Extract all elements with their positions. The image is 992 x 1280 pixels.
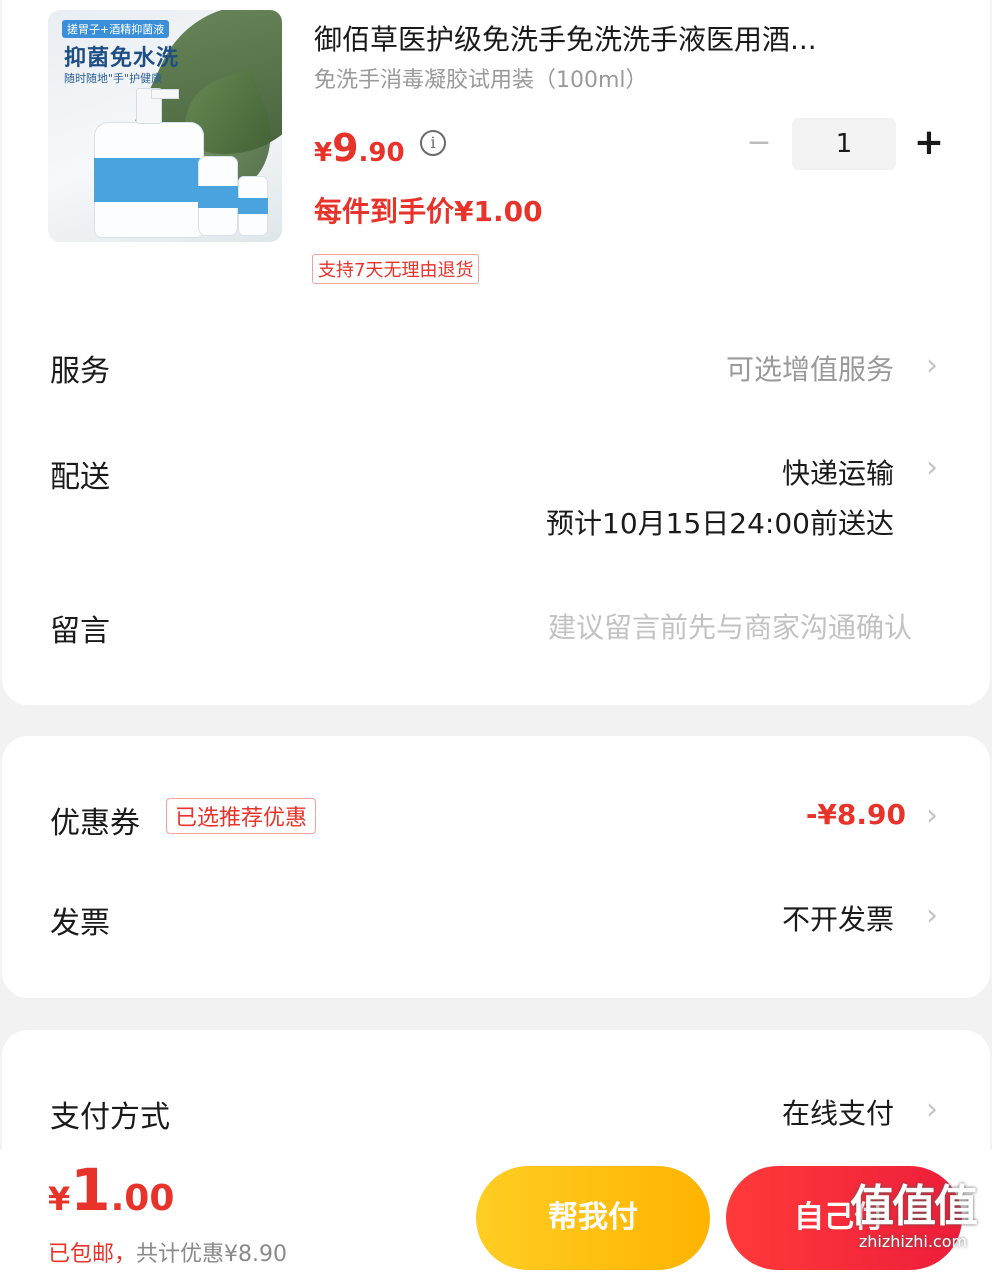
watermark-logo: 值值值 — [850, 1181, 978, 1232]
product-image[interactable]: 搓胃子+酒精抑菌液 抑菌免水洗 随时随地"手"护健康 — [48, 10, 282, 242]
return-policy-tag: 支持7天无理由退货 — [312, 254, 480, 284]
service-label: 服务 — [50, 354, 110, 389]
total-price: ¥1.00 — [48, 1156, 174, 1224]
message-label: 留言 — [50, 614, 110, 649]
chevron-right-icon: › — [926, 450, 938, 485]
quantity-increase-button[interactable]: + — [912, 125, 946, 161]
discount-note: 共计优惠¥8.90 — [136, 1242, 287, 1267]
delivery-label: 配送 — [50, 460, 110, 495]
total-decimal: .00 — [110, 1178, 175, 1219]
invoice-value: 不开发票 — [781, 903, 894, 936]
delivery-value: 快递运输 — [781, 457, 894, 490]
discount-card: 优惠券 已选推荐优惠 -¥8.90 › 发票 不开发票 › — [2, 736, 990, 998]
total-note: 已包邮，共计优惠¥8.90 — [48, 1236, 287, 1268]
help-me-pay-button[interactable]: 帮我付 — [476, 1166, 710, 1270]
price-decimal: .90 — [358, 138, 405, 168]
quantity-input[interactable]: 1 — [792, 118, 896, 170]
message-input[interactable]: 建议留言前先与商家沟通确认 — [548, 606, 912, 646]
bottle-small — [238, 176, 268, 236]
unit-price: ¥9.90 — [314, 126, 405, 170]
chevron-right-icon: › — [926, 1092, 938, 1127]
delivery-eta: 预计10月15日24:00前送达 — [546, 507, 894, 540]
service-value: 可选增值服务 — [725, 353, 894, 386]
quantity-decrease-button[interactable]: − — [744, 128, 774, 158]
total-currency: ¥ — [48, 1180, 71, 1218]
payment-label: 支付方式 — [50, 1100, 170, 1135]
info-icon[interactable]: i — [420, 130, 446, 156]
coupon-tag: 已选推荐优惠 — [166, 798, 317, 834]
total-integer: 1 — [70, 1156, 111, 1224]
payment-value: 在线支付 — [781, 1097, 894, 1130]
product-title[interactable]: 御佰草医护级免洗手免洗洗手液医用酒... — [314, 18, 934, 58]
image-badge: 搓胃子+酒精抑菌液 — [62, 20, 170, 38]
chevron-right-icon: › — [926, 898, 938, 933]
chevron-right-icon: › — [926, 348, 938, 383]
watermark: 值值值 zhizhizhi.com — [838, 1181, 988, 1252]
price-currency: ¥ — [314, 138, 333, 168]
image-headline: 抑菌免水洗 — [64, 46, 180, 71]
order-card: 搓胃子+酒精抑菌液 抑菌免水洗 随时随地"手"护健康 御佰草医护级免洗手免洗洗手… — [2, 0, 990, 705]
bottle-large — [94, 88, 204, 238]
invoice-label: 发票 — [50, 906, 110, 941]
coupon-label: 优惠券 — [50, 806, 140, 841]
price-integer: 9 — [332, 126, 359, 170]
product-spec[interactable]: 免洗手消毒凝胶试用装（100ml） — [314, 62, 648, 94]
shipping-note: 已包邮， — [48, 1242, 137, 1267]
deal-price: 每件到手价¥1.00 — [314, 195, 543, 228]
coupon-value: -¥8.90 — [805, 798, 906, 831]
watermark-url: zhizhizhi.com — [858, 1232, 968, 1251]
bottle-medium — [198, 156, 238, 236]
chevron-right-icon: › — [926, 798, 938, 833]
image-subtitle: 随时随地"手"护健康 — [64, 72, 163, 85]
